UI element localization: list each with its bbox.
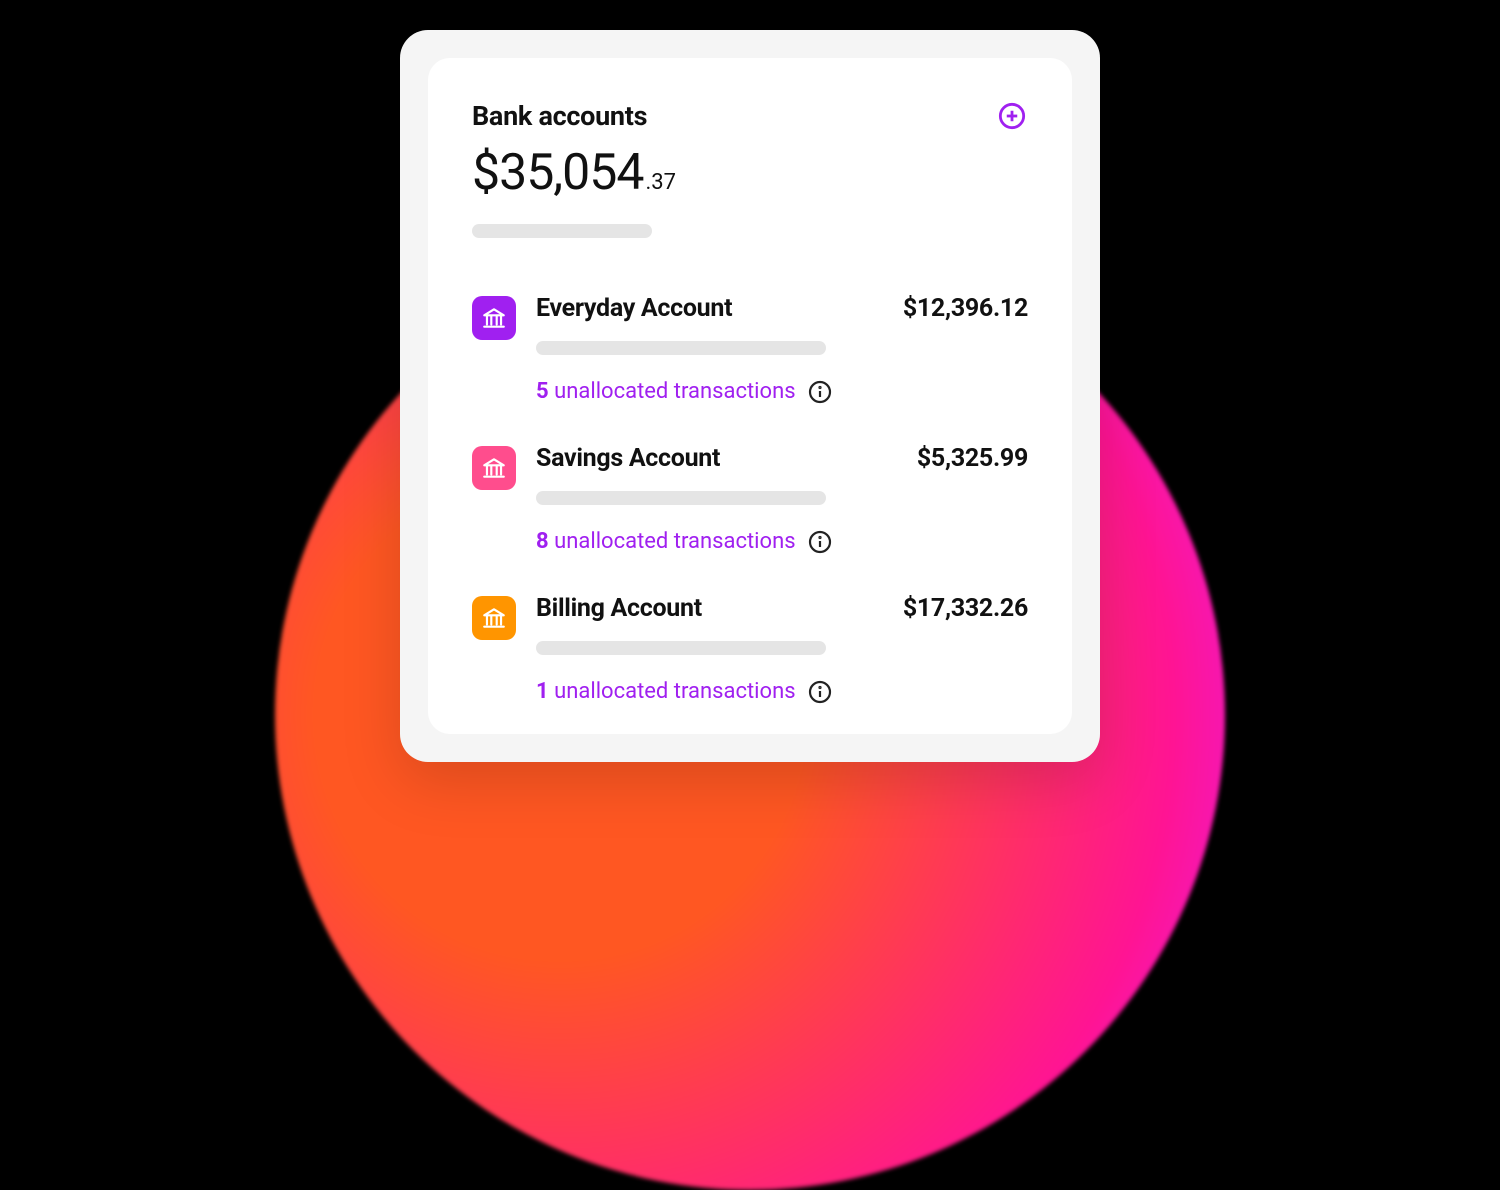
unallocated-label: unallocated transactions	[554, 679, 795, 704]
info-icon	[808, 530, 832, 554]
placeholder-bar	[472, 224, 652, 238]
total-amount-decimal: .37	[645, 170, 676, 195]
account-name: Savings Account	[536, 444, 720, 473]
info-button[interactable]	[808, 380, 832, 404]
account-icon-badge	[472, 446, 516, 490]
account-row[interactable]: Savings Account $5,325.99 8 unallocated …	[472, 444, 1028, 554]
unallocated-count: 8	[536, 529, 549, 554]
add-account-button[interactable]	[996, 100, 1028, 132]
account-name: Everyday Account	[536, 294, 732, 323]
info-button[interactable]	[808, 530, 832, 554]
widget-inner-card: Bank accounts $35,054 .37	[428, 58, 1072, 734]
unallocated-row: 5 unallocated transactions	[536, 379, 1028, 404]
account-icon-badge	[472, 296, 516, 340]
account-balance: $12,396.12	[903, 294, 1028, 323]
widget-outer-card: Bank accounts $35,054 .37	[400, 30, 1100, 762]
unallocated-row: 1 unallocated transactions	[536, 679, 1028, 704]
bank-icon	[481, 305, 507, 331]
unallocated-row: 8 unallocated transactions	[536, 529, 1028, 554]
total-balance: $35,054 .37	[472, 144, 1028, 202]
account-balance: $5,325.99	[917, 444, 1028, 473]
unallocated-count: 1	[536, 679, 549, 704]
bank-icon	[481, 605, 507, 631]
unallocated-count: 5	[536, 379, 549, 404]
account-balance: $17,332.26	[903, 594, 1028, 623]
account-top-row: Savings Account $5,325.99	[536, 444, 1028, 473]
placeholder-bar	[536, 641, 826, 655]
bank-icon	[481, 455, 507, 481]
placeholder-bar	[536, 491, 826, 505]
header-row: Bank accounts	[472, 100, 1028, 132]
account-body: Savings Account $5,325.99 8 unallocated …	[536, 444, 1028, 554]
unallocated-link[interactable]: 8 unallocated transactions	[536, 529, 796, 554]
info-icon	[808, 380, 832, 404]
account-row[interactable]: Billing Account $17,332.26 1 unallocated…	[472, 594, 1028, 704]
account-name: Billing Account	[536, 594, 702, 623]
account-icon-badge	[472, 596, 516, 640]
account-top-row: Billing Account $17,332.26	[536, 594, 1028, 623]
unallocated-label: unallocated transactions	[554, 529, 795, 554]
plus-circle-icon	[998, 102, 1026, 130]
account-body: Everyday Account $12,396.12 5 unallocate…	[536, 294, 1028, 404]
total-amount-whole: $35,054	[472, 144, 643, 202]
unallocated-link[interactable]: 5 unallocated transactions	[536, 379, 796, 404]
placeholder-bar	[536, 341, 826, 355]
info-button[interactable]	[808, 680, 832, 704]
unallocated-label: unallocated transactions	[554, 379, 795, 404]
info-icon	[808, 680, 832, 704]
unallocated-link[interactable]: 1 unallocated transactions	[536, 679, 796, 704]
account-row[interactable]: Everyday Account $12,396.12 5 unallocate…	[472, 294, 1028, 404]
section-title: Bank accounts	[472, 100, 647, 132]
account-body: Billing Account $17,332.26 1 unallocated…	[536, 594, 1028, 704]
account-top-row: Everyday Account $12,396.12	[536, 294, 1028, 323]
